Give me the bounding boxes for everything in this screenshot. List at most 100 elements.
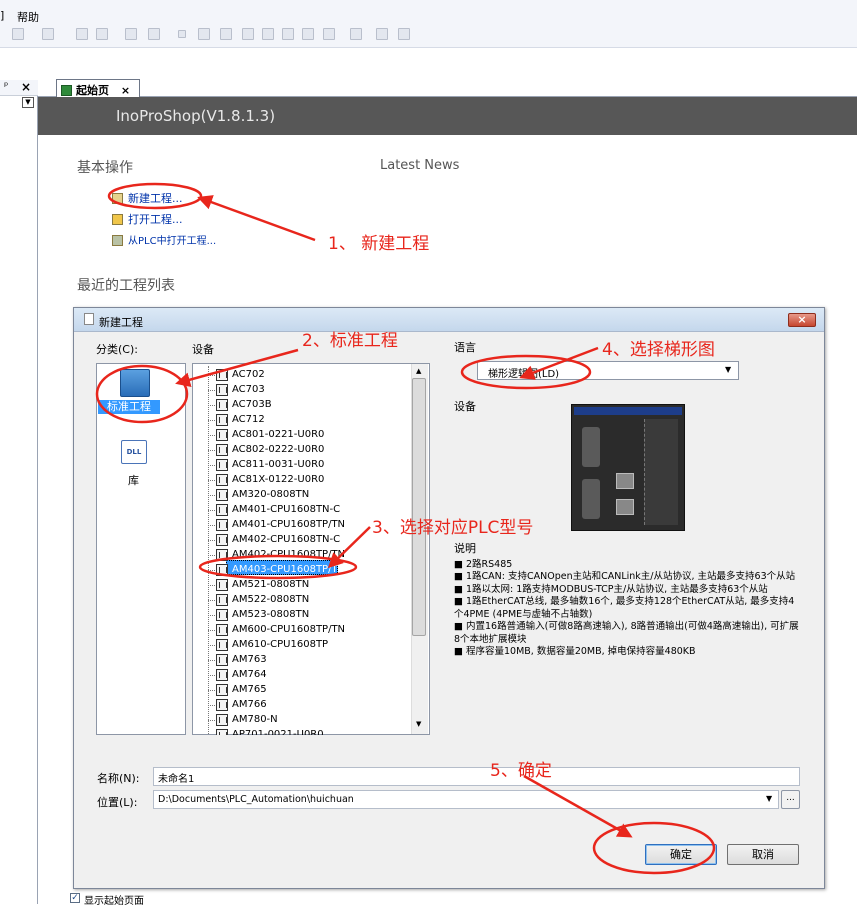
scrollbar-thumb[interactable]: [412, 378, 426, 636]
category-standard-project[interactable]: 标准工程: [98, 400, 160, 414]
close-icon[interactable]: ×: [21, 80, 31, 94]
device-list-item[interactable]: AM402-CPU1608TN-C: [232, 533, 340, 547]
device-list-item[interactable]: AC81X-0122-U0R0: [232, 473, 324, 487]
toolbar-icon[interactable]: [376, 28, 388, 40]
toolbar-icon[interactable]: [42, 28, 54, 40]
tree-connector: [208, 435, 215, 436]
scroll-up-icon[interactable]: ▲: [416, 367, 421, 375]
device-list-item[interactable]: AC712: [232, 413, 265, 427]
device-list-item[interactable]: AC703: [232, 383, 265, 397]
tree-connector: [208, 645, 215, 646]
chevron-down-icon[interactable]: ▼: [22, 97, 34, 108]
language-label: 语言: [454, 341, 476, 354]
plc-icon: [112, 235, 123, 246]
device-list-item[interactable]: AC703B: [232, 398, 272, 412]
new-project-icon: [112, 193, 123, 204]
tree-connector: [208, 570, 215, 571]
tree-connector: [208, 690, 215, 691]
tree-connector: [208, 450, 215, 451]
device-list-item[interactable]: AM763: [232, 653, 267, 667]
device-list-item[interactable]: AM765: [232, 683, 267, 697]
toolbar-icon[interactable]: [198, 28, 210, 40]
chevron-down-icon[interactable]: ▼: [725, 365, 731, 374]
toolbar-icon[interactable]: [398, 28, 410, 40]
toolbar: [0, 22, 857, 48]
device-list-item[interactable]: AM766: [232, 698, 267, 712]
pin-icon[interactable]: ᵖ: [4, 81, 8, 92]
plc-device-icon: [216, 474, 228, 486]
device-list-item[interactable]: AM320-0808TN: [232, 488, 309, 502]
cancel-button[interactable]: 取消: [727, 844, 799, 865]
project-name-input[interactable]: 未命名1: [153, 767, 800, 786]
scroll-down-icon[interactable]: ▼: [416, 720, 421, 728]
device-list-item[interactable]: AM764: [232, 668, 267, 682]
device-list-item[interactable]: AC811-0031-U0R0: [232, 458, 324, 472]
device-list-item[interactable]: AP701-0021-U0R0: [232, 728, 324, 735]
tree-connector: [208, 585, 215, 586]
tree-connector: [208, 660, 215, 661]
tree-connector: [208, 375, 215, 376]
device-list: AC702 AC703 AC703B AC712 AC801-0221-U0R0 AC80…: [192, 363, 412, 735]
toolbar-icon[interactable]: [350, 28, 362, 40]
tree-connector: [208, 720, 215, 721]
tab-start-page[interactable]: 起始页 ×: [56, 79, 140, 97]
toolbar-icon[interactable]: [148, 28, 160, 40]
toolbar-icon[interactable]: [96, 28, 108, 40]
plc-device-icon: [216, 444, 228, 456]
tree-connector: [208, 390, 215, 391]
device-list-item[interactable]: AM780-N: [232, 713, 278, 727]
toolbar-icon[interactable]: [12, 28, 24, 40]
dialog-close-button[interactable]: ×: [788, 313, 816, 327]
device-label: 设备: [192, 343, 214, 356]
plc-device-icon: [216, 489, 228, 501]
folder-icon: [112, 214, 123, 225]
menu-item-partial[interactable]: ]: [0, 9, 4, 22]
toolbar-icon[interactable]: [178, 30, 186, 38]
language-value: 梯形逻辑图(LD): [488, 369, 560, 380]
toolbar-icon[interactable]: [323, 28, 335, 40]
device-list-item[interactable]: AC802-0222-U0R0: [232, 443, 324, 457]
annotation-step4: 4、选择梯形图: [602, 340, 715, 360]
toolbar-icon[interactable]: [76, 28, 88, 40]
language-select[interactable]: 梯形逻辑图(LD) ▼: [477, 361, 739, 380]
plc-device-icon: [216, 549, 228, 561]
device-list-item[interactable]: AM522-0808TN: [232, 593, 309, 607]
toolbar-icon[interactable]: [242, 28, 254, 40]
device-list-item[interactable]: AC801-0221-U0R0: [232, 428, 324, 442]
tree-connector: [208, 405, 215, 406]
toolbar-icon[interactable]: [282, 28, 294, 40]
tree-connector: [208, 540, 215, 541]
port-icon: [582, 427, 600, 467]
ok-button[interactable]: 确定: [645, 844, 717, 865]
standard-project-icon: [120, 369, 150, 397]
new-project-link[interactable]: 新建工程...: [112, 190, 183, 206]
plc-device-image: [571, 404, 685, 531]
toolbar-icon[interactable]: [302, 28, 314, 40]
latest-news-heading: Latest News: [380, 158, 460, 173]
open-from-plc-link[interactable]: 从PLC中打开工程...: [112, 232, 216, 247]
open-project-link[interactable]: 打开工程...: [112, 211, 183, 227]
device-list-item[interactable]: AM402-CPU1608TP/TN: [232, 548, 345, 562]
device-list-item[interactable]: AM600-CPU1608TP/TN: [232, 623, 345, 637]
tab-close-icon[interactable]: ×: [121, 84, 130, 97]
device-list-item[interactable]: AM401-CPU1608TP/TN: [232, 518, 345, 532]
location-input[interactable]: D:\Documents\PLC_Automation\huichuan ▼: [153, 790, 779, 809]
device-list-item[interactable]: AM521-0808TN: [232, 578, 309, 592]
device-list-item[interactable]: AM523-0808TN: [232, 608, 309, 622]
browse-button[interactable]: ...: [781, 790, 800, 809]
toolbar-icon[interactable]: [125, 28, 137, 40]
device-list-item[interactable]: AM610-CPU1608TP: [232, 638, 328, 652]
toolbar-icon[interactable]: [262, 28, 274, 40]
description-line: ■ 程序容量10MB, 数据容量20MB, 掉电保持容量480KB: [454, 646, 696, 657]
category-library[interactable]: 库: [128, 472, 139, 488]
show-start-page-checkbox[interactable]: ✓: [70, 893, 80, 903]
tree-connector: [208, 600, 215, 601]
chevron-down-icon[interactable]: ▼: [766, 794, 772, 803]
device-list-item[interactable]: AC702: [232, 368, 265, 382]
document-icon: [84, 313, 94, 325]
device-list-item[interactable]: AM401-CPU1608TN-C: [232, 503, 340, 517]
toolbar-icon[interactable]: [220, 28, 232, 40]
plc-device-icon: [216, 669, 228, 681]
plc-device-icon: [216, 414, 228, 426]
device-list-item[interactable]: AM403-CPU1608TP/TN: [232, 563, 345, 577]
